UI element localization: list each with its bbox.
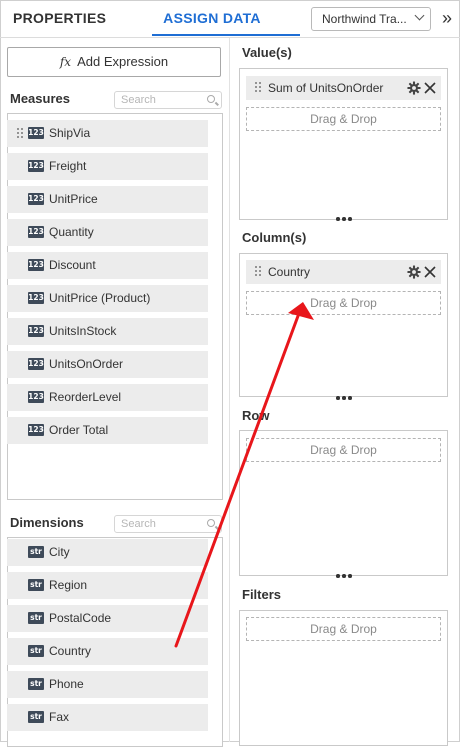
rows-resize-handle[interactable]	[335, 573, 355, 579]
string-type-icon: str	[28, 612, 44, 624]
numeric-type-icon: 123	[28, 358, 44, 370]
gear-icon[interactable]	[407, 265, 421, 279]
dimension-field-item[interactable]: str PostalCode	[7, 605, 208, 632]
columns-resize-handle[interactable]	[335, 395, 355, 401]
measures-search-input[interactable]: Search	[114, 91, 222, 109]
close-icon[interactable]	[423, 265, 437, 279]
datasource-select[interactable]: Northwind Tra...	[311, 7, 431, 31]
field-label: UnitPrice (Product)	[49, 291, 151, 305]
dimension-field-item[interactable]: str Country	[7, 638, 208, 665]
string-type-icon: str	[28, 579, 44, 591]
measures-title: Measures	[10, 91, 70, 106]
search-icon	[207, 519, 215, 527]
field-label: UnitsInStock	[49, 324, 117, 338]
values-resize-handle[interactable]	[335, 216, 355, 222]
panel-header: PROPERTIES ASSIGN DATA Northwind Tra... …	[0, 0, 460, 38]
values-title: Value(s)	[242, 45, 292, 60]
numeric-type-icon: 123	[28, 193, 44, 205]
measure-field-item[interactable]: 123 ShipVia	[7, 120, 208, 147]
dimensions-title: Dimensions	[10, 515, 84, 530]
numeric-type-icon: 123	[28, 127, 44, 139]
measure-field-item[interactable]: 123 Freight	[7, 153, 208, 180]
string-type-icon: str	[28, 711, 44, 723]
columns-drag-drop-target[interactable]: Drag & Drop	[246, 291, 441, 315]
field-label: City	[49, 545, 70, 559]
numeric-type-icon: 123	[28, 391, 44, 403]
values-assigned-label: Sum of UnitsOnOrder	[268, 81, 384, 95]
field-label: Freight	[49, 159, 87, 173]
columns-assigned-field[interactable]: Country	[246, 260, 441, 284]
add-expression-label: Add Expression	[77, 54, 169, 69]
measure-field-item[interactable]: 123 UnitPrice	[7, 186, 208, 213]
numeric-type-icon: 123	[28, 292, 44, 304]
values-assigned-field[interactable]: Sum of UnitsOnOrder	[246, 76, 441, 100]
field-label: Order Total	[49, 423, 109, 437]
dimension-field-item[interactable]: str City	[7, 539, 208, 566]
values-drag-drop-target[interactable]: Drag & Drop	[246, 107, 441, 131]
measure-field-item[interactable]: 123 ReorderLevel	[7, 384, 208, 411]
columns-assigned-label: Country	[268, 265, 311, 279]
string-type-icon: str	[28, 678, 44, 690]
field-label: UnitPrice	[49, 192, 98, 206]
measure-field-item[interactable]: 123 UnitsInStock	[7, 318, 208, 345]
double-chevron-right-icon[interactable]: »	[438, 8, 456, 30]
columns-title: Column(s)	[242, 230, 307, 245]
filters-drag-drop-target[interactable]: Drag & Drop	[246, 617, 441, 641]
dimensions-search-input[interactable]: Search	[114, 515, 222, 533]
column-divider	[229, 38, 230, 742]
fx-icon: fx	[59, 55, 72, 69]
filters-title: Filters	[242, 587, 282, 602]
gear-icon[interactable]	[407, 81, 421, 95]
dimensions-search-placeholder: Search	[121, 518, 156, 530]
dimension-field-item[interactable]: str Phone	[7, 671, 208, 698]
measures-search-placeholder: Search	[121, 94, 156, 106]
measure-field-item[interactable]: 123 Order Total	[7, 417, 208, 444]
drag-handle-icon[interactable]	[255, 266, 261, 278]
search-icon	[207, 95, 215, 103]
field-label: Region	[49, 578, 88, 592]
string-type-icon: str	[28, 645, 44, 657]
tab-assign-data[interactable]: ASSIGN DATA	[152, 0, 272, 37]
numeric-type-icon: 123	[28, 160, 44, 172]
dimension-field-item[interactable]: str Region	[7, 572, 208, 599]
field-label: ShipVia	[49, 126, 91, 140]
string-type-icon: str	[28, 546, 44, 558]
field-label: Fax	[49, 710, 70, 724]
rows-drag-drop-target[interactable]: Drag & Drop	[246, 438, 441, 462]
field-label: Country	[49, 644, 92, 658]
drag-handle-icon[interactable]	[255, 82, 261, 94]
numeric-type-icon: 123	[28, 325, 44, 337]
numeric-type-icon: 123	[28, 259, 44, 271]
field-label: Phone	[49, 677, 84, 691]
numeric-type-icon: 123	[28, 226, 44, 238]
rows-title: Row	[242, 408, 270, 423]
active-tab-indicator	[152, 34, 300, 36]
close-icon[interactable]	[423, 81, 437, 95]
datasource-value: Northwind Tra...	[322, 12, 407, 26]
field-label: Quantity	[49, 225, 94, 239]
dimension-field-item[interactable]: str Fax	[7, 704, 208, 731]
measure-field-item[interactable]: 123 Discount	[7, 252, 208, 279]
measure-field-item[interactable]: 123 UnitsOnOrder	[7, 351, 208, 378]
add-expression-button[interactable]: fx Add Expression	[7, 47, 221, 77]
drag-handle-icon[interactable]	[17, 128, 23, 140]
field-label: ReorderLevel	[49, 390, 122, 404]
field-label: UnitsOnOrder	[49, 357, 124, 371]
measure-field-item[interactable]: 123 Quantity	[7, 219, 208, 246]
tab-properties[interactable]: PROPERTIES	[13, 0, 106, 37]
numeric-type-icon: 123	[28, 424, 44, 436]
chevron-down-icon	[414, 10, 425, 21]
measure-field-item[interactable]: 123 UnitPrice (Product)	[7, 285, 208, 312]
field-label: PostalCode	[49, 611, 112, 625]
field-label: Discount	[49, 258, 96, 272]
